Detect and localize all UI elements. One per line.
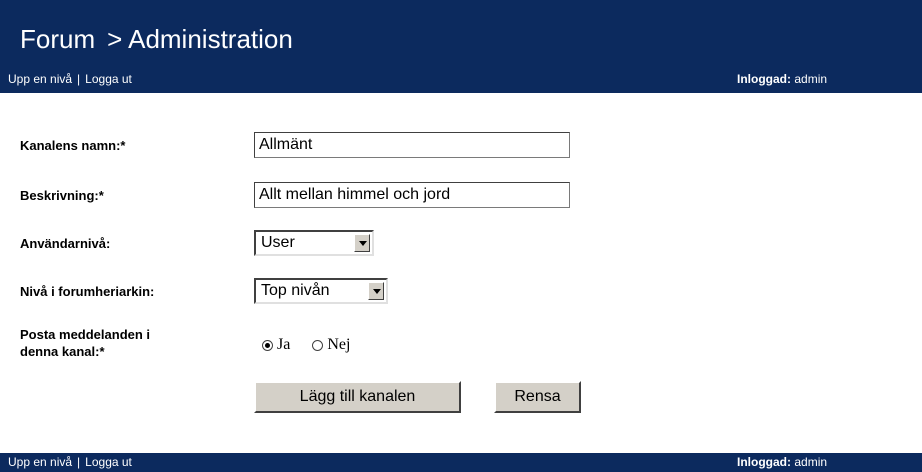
post-radio-group: Ja Nej (262, 336, 368, 354)
forum-level-select[interactable]: Top nivån (254, 278, 388, 304)
radio-no-label[interactable]: Nej (327, 336, 350, 353)
up-level-link-bottom[interactable]: Upp en nivå (8, 455, 72, 469)
post-messages-label: Posta meddelanden i denna kanal:* (20, 326, 150, 360)
add-channel-button[interactable]: Lägg till kanalen (254, 381, 461, 413)
logged-in-label: Inloggad: (737, 72, 791, 86)
forum-level-label: Nivå i forumheriarkin: (20, 284, 155, 299)
logged-in-user: admin (794, 455, 828, 469)
logout-link-bottom[interactable]: Logga ut (85, 455, 132, 469)
channel-name-input[interactable] (254, 132, 570, 158)
chevron-down-icon[interactable] (368, 282, 384, 300)
nav-separator: | (77, 72, 81, 86)
description-label: Beskrivning:* (20, 188, 104, 203)
radio-yes-label[interactable]: Ja (277, 336, 290, 353)
radio-yes[interactable] (262, 339, 273, 351)
radio-no[interactable] (312, 339, 324, 351)
description-input[interactable] (254, 182, 570, 208)
title-section: > Administration (107, 24, 293, 54)
chevron-down-icon[interactable] (354, 234, 370, 252)
logged-in-status: Inloggad: admin (737, 72, 827, 86)
up-level-link[interactable]: Upp en nivå (8, 72, 72, 86)
post-label-line2: denna kanal:* (20, 344, 105, 359)
bottom-nav-bar: Upp en nivå | Logga ut Inloggad: admin (0, 453, 922, 472)
channel-name-label: Kanalens namn:* (20, 138, 126, 153)
user-level-label: Användarnivå: (20, 236, 111, 251)
header-banner: Forum > Administration Upp en nivå | Logga … (0, 0, 922, 93)
post-label-line1: Posta meddelanden i (20, 327, 151, 342)
logged-in-label: Inloggad: (737, 455, 791, 469)
top-nav-bar: Upp en nivå | Logga ut Inloggad: admin (0, 69, 922, 91)
logged-in-user: admin (794, 72, 828, 86)
reset-button[interactable]: Rensa (494, 381, 581, 413)
nav-separator: | (77, 455, 81, 469)
logout-link[interactable]: Logga ut (85, 72, 132, 86)
bottom-nav-links: Upp en nivå | Logga ut (8, 455, 132, 469)
forum-level-value: Top nivån (261, 282, 330, 299)
title-forum: Forum (20, 24, 96, 54)
top-nav-links: Upp en nivå | Logga ut (8, 72, 132, 86)
user-level-select[interactable]: User (254, 230, 374, 256)
page-title: Forum > Administration (20, 24, 293, 55)
user-level-value: User (261, 234, 295, 251)
logged-in-status-bottom: Inloggad: admin (737, 455, 827, 469)
